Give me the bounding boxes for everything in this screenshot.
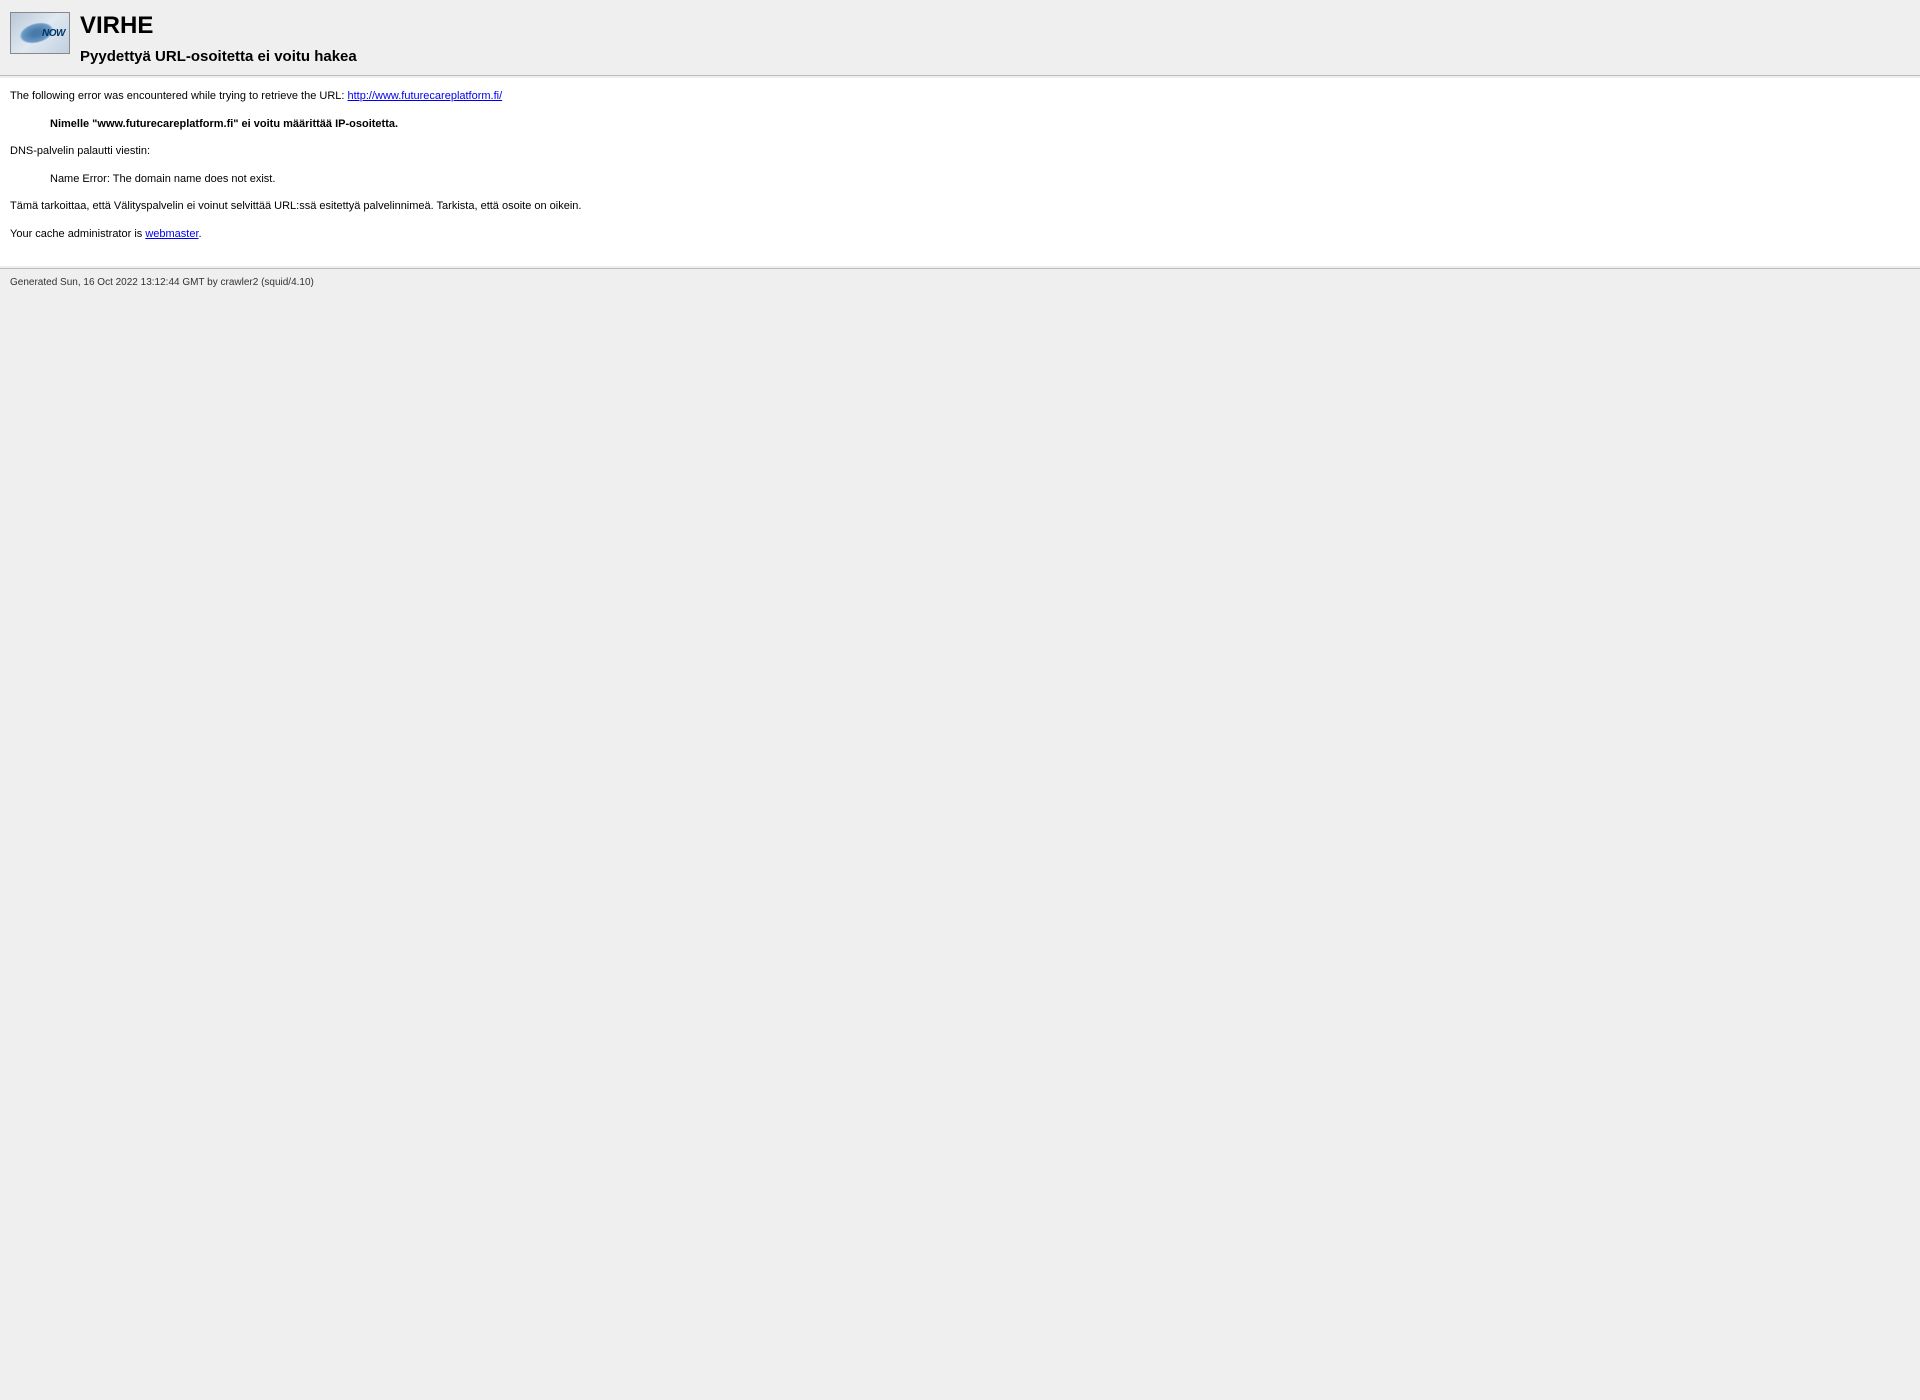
intro-text: The following error was encountered whil… [10, 90, 348, 102]
divider-top [0, 75, 1920, 76]
failed-url-link[interactable]: http://www.futurecareplatform.fi/ [348, 90, 503, 102]
admin-suffix: . [199, 228, 202, 240]
footer: Generated Sun, 16 Oct 2022 13:12:44 GMT … [0, 271, 1920, 294]
divider-bottom [0, 268, 1920, 269]
squid-logo: NOW [10, 12, 70, 54]
admin-paragraph: Your cache administrator is webmaster. [10, 226, 1910, 244]
error-bold-message: Nimelle "www.futurecareplatform.fi" ei v… [50, 116, 1910, 134]
dns-message: Name Error: The domain name does not exi… [50, 171, 1910, 189]
logo-text: NOW [42, 28, 65, 39]
webmaster-link[interactable]: webmaster [145, 228, 198, 240]
dns-label: DNS-palvelin palautti viestin: [10, 143, 1910, 161]
admin-text: Your cache administrator is [10, 228, 145, 240]
explanation-text: Tämä tarkoittaa, että Välityspalvelin ei… [10, 198, 1910, 216]
error-title: VIRHE [80, 12, 357, 40]
header-text-block: VIRHE Pyydettyä URL-osoitetta ei voitu h… [80, 12, 357, 65]
error-subtitle: Pyydettyä URL-osoitetta ei voitu hakea [80, 48, 357, 65]
error-header: NOW VIRHE Pyydettyä URL-osoitetta ei voi… [0, 0, 1920, 73]
generated-text: Generated Sun, 16 Oct 2022 13:12:44 GMT … [10, 277, 314, 288]
intro-paragraph: The following error was encountered whil… [10, 88, 1910, 106]
error-content: The following error was encountered whil… [0, 78, 1920, 266]
